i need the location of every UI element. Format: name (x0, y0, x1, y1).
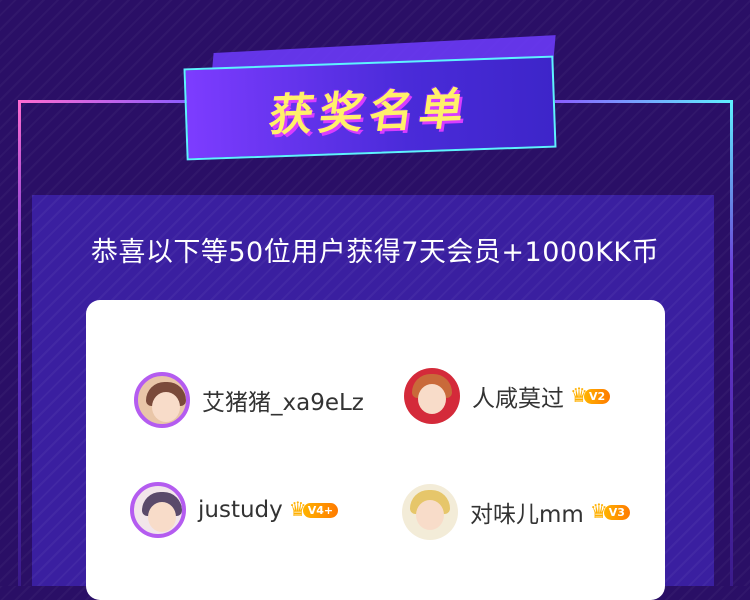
frame-line-left (18, 100, 21, 586)
user-avatar[interactable] (404, 368, 460, 424)
winner-item[interactable]: 对味儿mm ♛ V3 (402, 480, 630, 544)
user-avatar[interactable] (130, 482, 186, 538)
vip-level: V2 (583, 388, 611, 404)
frame-line-top-right (555, 100, 733, 103)
vip-badge: ♛ V3 (590, 502, 630, 522)
banner-title: 获奖名单 (265, 83, 473, 142)
winner-name: 人咸莫过 (472, 386, 564, 412)
frame-line-right (730, 100, 733, 586)
vip-level: V3 (603, 504, 630, 520)
title-banner: 获奖名单 (183, 35, 565, 180)
winner-name: 艾猪猪_xa9eLz (202, 390, 364, 416)
vip-badge: ♛ V4+ (289, 500, 339, 520)
frame-line-top-left (18, 100, 190, 103)
winners-card (86, 300, 665, 600)
vip-level: V4+ (302, 502, 339, 518)
winner-name: 对味儿mm (470, 502, 584, 528)
winner-item[interactable]: justudy ♛ V4+ (130, 478, 339, 542)
banner-box: 获奖名单 (183, 55, 557, 161)
vip-badge: ♛ V2 (570, 386, 611, 406)
user-avatar[interactable] (402, 484, 458, 540)
winner-name: justudy (198, 497, 283, 523)
user-avatar[interactable] (134, 372, 190, 428)
subtitle: 恭喜以下等50位用户获得7天会员+1000KK币 (90, 237, 660, 268)
winner-item[interactable]: 艾猪猪_xa9eLz (134, 368, 364, 432)
winner-item[interactable]: 人咸莫过 ♛ V2 (404, 364, 611, 428)
